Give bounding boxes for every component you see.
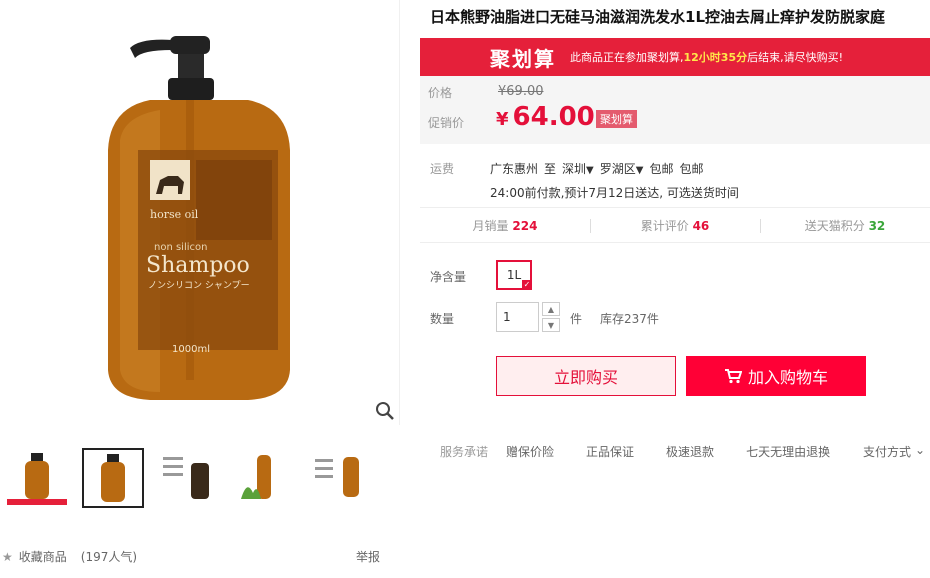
thumbnail-1[interactable] (6, 448, 68, 508)
chevron-down-icon: ▼ (586, 165, 594, 176)
quantity-label: 数量 (430, 312, 455, 326)
services-label: 服务承诺 (440, 445, 489, 459)
spec-option-1l[interactable]: 1L ✓ (496, 260, 532, 290)
chevron-down-icon: ▼ (635, 165, 644, 176)
shipping-route: 广东惠州 至 深圳▼ 罗湖区▼ 包邮 包邮 (490, 160, 704, 177)
promo-price-value: 64.00 (512, 102, 595, 132)
bottle-line2: Shampoo (146, 253, 250, 278)
quantity-unit: 件 (570, 312, 583, 326)
buy-now-button[interactable]: 立即购买 (496, 356, 676, 396)
favorite-product[interactable]: ★ 收藏商品 (197人气) (2, 548, 137, 565)
cart-icon (724, 369, 742, 384)
sales-stats: 月销量 224 累计评价 46 送天猫积分 32 (420, 207, 930, 243)
promo-price-label: 促销价 (428, 116, 465, 130)
price-box: 价格 ¥69.00 促销价 ¥64.00 聚划算 (420, 76, 930, 144)
thumbnail-2-selected[interactable] (82, 448, 144, 508)
points-count: 32 (868, 218, 886, 233)
add-to-cart-label: 加入购物车 (747, 368, 828, 387)
thumbnail-5[interactable] (310, 448, 372, 508)
service-item[interactable]: 七天无理由退换 (746, 443, 830, 460)
bottle-brand-text: horse oil (150, 208, 199, 221)
ship-city-select[interactable]: 深圳▼ (562, 160, 594, 177)
promo-text-before: 此商品正在参加聚划算, (570, 51, 684, 64)
juhuasuan-logo: 聚划算 (490, 46, 556, 71)
product-title: 日本熊野油脂进口无硅马油滋润洗发水1L控油去屑止痒护发防脱家庭 (430, 8, 885, 26)
service-item[interactable]: 赠保价险 (506, 443, 554, 460)
zoom-icon[interactable] (374, 400, 396, 422)
quantity-input[interactable] (496, 302, 539, 332)
free-shipping-1: 包邮 (649, 162, 674, 176)
ship-to-word: 至 (544, 162, 557, 176)
bottle-volume: 1000ml (172, 344, 210, 355)
free-shipping-2: 包邮 (679, 162, 704, 176)
service-promises: 服务承诺 赠保价险 正品保证 极速退款 七天无理由退换 (440, 443, 862, 460)
reviews-count: 46 (692, 218, 710, 233)
currency-symbol: ¥ (496, 109, 509, 130)
ship-district-select[interactable]: 罗湖区▼ (600, 160, 644, 177)
service-item[interactable]: 正品保证 (586, 443, 634, 460)
promo-banner: 聚划算 此商品正在参加聚划算,12小时35分后结束,请尽快购买! (420, 38, 930, 76)
shipping-label: 运费 (430, 162, 455, 176)
total-reviews[interactable]: 累计评价 46 (590, 217, 760, 234)
chevron-down-icon: ⌄ (915, 443, 926, 457)
star-icon: ★ (2, 549, 13, 564)
shampoo-bottle-image: horse oil non silicon Shampoo ノンシリコン シャン… (108, 36, 290, 400)
thumbnail-strip (6, 448, 372, 508)
original-price: ¥69.00 (498, 84, 544, 99)
promo-price: ¥64.00 (496, 102, 595, 132)
promo-tag: 聚划算 (596, 110, 637, 128)
delivery-note: 24:00前付款,预计7月12日送达, 可选送货时间 (490, 186, 739, 200)
promo-text-after: 后结束,请尽快购买! (747, 51, 844, 64)
bottle-line1: non silicon (154, 242, 207, 253)
monthly-sales-count: 224 (512, 218, 538, 233)
quantity-increase-button[interactable]: ▲ (542, 302, 560, 316)
ship-from: 广东惠州 (490, 162, 539, 176)
check-icon: ✓ (522, 280, 532, 290)
spec-label: 净含量 (430, 270, 467, 284)
payment-methods[interactable]: 支付方式 ⌄ (863, 443, 925, 460)
promo-text: 此商品正在参加聚划算,12小时35分后结束,请尽快购买! (570, 49, 843, 65)
popularity-count: (197人气) (80, 550, 138, 564)
service-item[interactable]: 极速退款 (666, 443, 714, 460)
favorite-label: 收藏商品 (18, 550, 67, 564)
add-to-cart-button[interactable]: 加入购物车 (686, 356, 866, 396)
quantity-decrease-button[interactable]: ▼ (542, 318, 560, 332)
promo-countdown: 12小时35分 (683, 51, 748, 64)
thumbnail-4[interactable] (234, 448, 296, 508)
bottle-line3: ノンシリコン シャンプー (148, 280, 250, 291)
original-price-label: 价格 (428, 86, 453, 100)
stock-count: 库存237件 (600, 312, 659, 326)
tmall-points: 送天猫积分 32 (760, 217, 930, 234)
thumbnail-3[interactable] (158, 448, 220, 508)
payment-label: 支付方式 (863, 445, 912, 459)
monthly-sales: 月销量 224 (472, 218, 538, 233)
main-product-image[interactable]: horse oil non silicon Shampoo ノンシリコン シャン… (0, 0, 400, 425)
report-link[interactable]: 举报 (356, 548, 380, 565)
